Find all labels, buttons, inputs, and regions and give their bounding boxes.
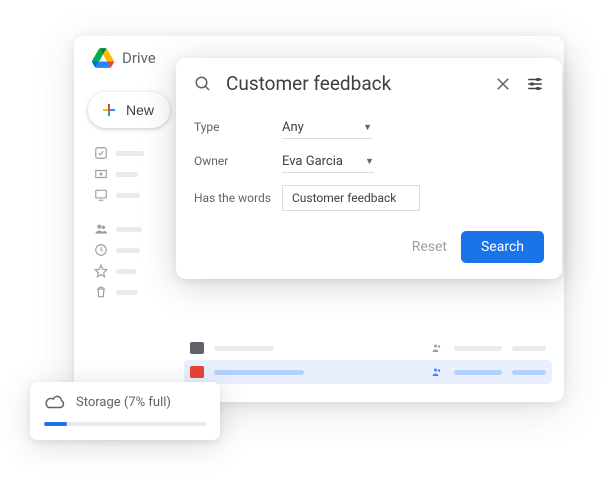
search-icon[interactable] (194, 75, 212, 93)
nav-item-shared[interactable] (94, 222, 144, 236)
chevron-down-icon: ▼ (363, 122, 372, 133)
check-square-icon (94, 146, 108, 160)
filter-haswords-label: Has the words (194, 191, 272, 205)
storage-callout[interactable]: Storage (7% full) (30, 382, 220, 440)
filter-owner-label: Owner (194, 154, 272, 168)
filter-owner-row: Owner Eva Garcia ▼ (194, 151, 544, 173)
nav-item-recent[interactable] (94, 243, 144, 257)
chevron-down-icon: ▼ (365, 156, 374, 167)
nav-item-priority[interactable] (94, 146, 144, 160)
nav-list (84, 146, 144, 299)
filter-owner-value: Eva Garcia (282, 154, 343, 169)
storage-label: Storage (7% full) (76, 395, 171, 410)
filter-sliders-icon[interactable] (526, 75, 544, 93)
file-row[interactable] (190, 336, 546, 360)
people-icon (94, 222, 108, 236)
filter-haswords-row: Has the words (194, 185, 544, 211)
search-panel: Type Any ▼ Owner Eva Garcia ▼ Has the wo… (176, 58, 562, 279)
sidebar: New (84, 92, 180, 299)
new-button-label: New (126, 102, 154, 118)
search-actions: Reset Search (194, 211, 544, 263)
search-bar (194, 72, 544, 103)
computer-icon (94, 188, 108, 202)
plus-icon (100, 101, 118, 119)
image-file-icon (190, 366, 204, 378)
people-icon (430, 342, 444, 354)
storage-progress (44, 422, 206, 426)
search-button[interactable]: Search (461, 231, 544, 263)
filter-rows: Type Any ▼ Owner Eva Garcia ▼ Has the wo… (194, 103, 544, 211)
folder-icon (190, 342, 204, 354)
filter-owner-dropdown[interactable]: Eva Garcia ▼ (282, 151, 374, 173)
nav-item-starred[interactable] (94, 264, 144, 278)
file-list (190, 336, 546, 384)
nav-item-trash[interactable] (94, 285, 144, 299)
app-title: Drive (122, 49, 156, 67)
reset-button[interactable]: Reset (412, 231, 447, 263)
drive-small-icon (94, 167, 108, 181)
search-input[interactable] (226, 72, 480, 95)
filter-type-value: Any (282, 120, 304, 135)
clock-icon (94, 243, 108, 257)
storage-top: Storage (7% full) (44, 394, 206, 410)
filter-type-dropdown[interactable]: Any ▼ (282, 117, 372, 139)
new-button[interactable]: New (88, 92, 170, 128)
nav-item-mydrive[interactable] (94, 167, 144, 181)
nav-item-computers[interactable] (94, 188, 144, 202)
filter-haswords-input[interactable] (282, 185, 420, 211)
people-icon (430, 366, 444, 378)
star-icon (94, 264, 108, 278)
file-row-selected[interactable] (184, 360, 552, 384)
filter-type-label: Type (194, 120, 272, 134)
drive-logo-icon (92, 48, 114, 68)
storage-progress-fill (44, 422, 67, 426)
close-icon[interactable] (494, 75, 512, 93)
cloud-icon (44, 394, 66, 410)
trash-icon (94, 285, 108, 299)
filter-type-row: Type Any ▼ (194, 117, 544, 139)
